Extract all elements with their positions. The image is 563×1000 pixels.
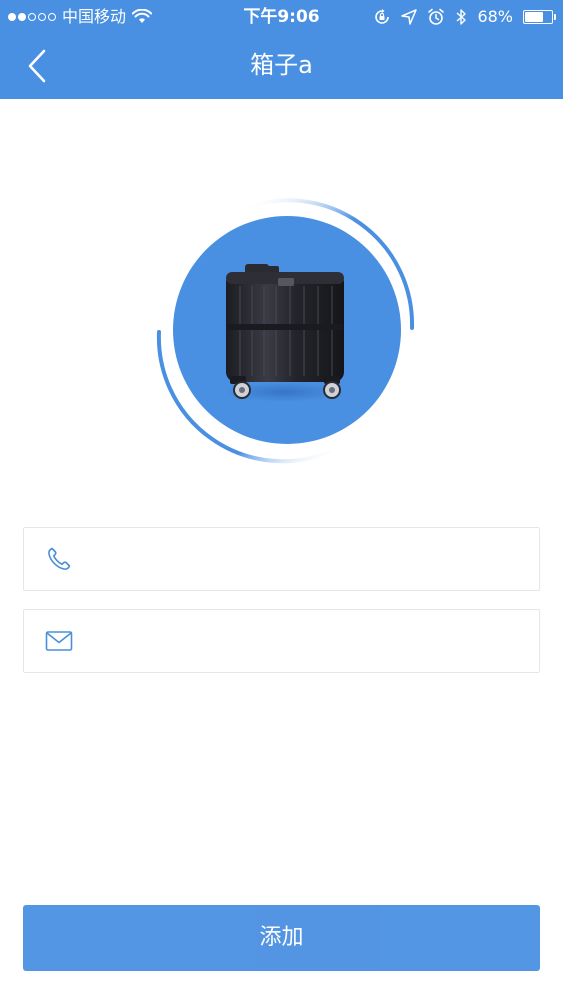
location-icon xyxy=(401,9,418,25)
top-bar: 中国移动 下午9:06 68% 箱子a xyxy=(0,0,563,99)
screen: 中国移动 下午9:06 68% 箱子a 添加 xyxy=(0,0,563,1000)
email-input[interactable] xyxy=(94,610,539,672)
orientation-lock-icon xyxy=(373,8,391,26)
email-field[interactable] xyxy=(23,609,540,673)
phone-input[interactable] xyxy=(94,528,539,590)
mail-icon xyxy=(24,630,94,652)
phone-icon xyxy=(24,545,94,573)
suitcase-image xyxy=(156,198,415,464)
page-title: 箱子a xyxy=(250,51,313,79)
battery-percent: 68% xyxy=(477,7,513,26)
suitcase-illustration xyxy=(150,196,420,466)
battery-fill xyxy=(525,12,543,22)
add-button[interactable]: 添加 xyxy=(23,905,540,971)
status-bar: 中国移动 下午9:06 68% xyxy=(0,0,563,34)
alarm-icon xyxy=(427,8,445,26)
battery-icon xyxy=(523,10,556,24)
bluetooth-icon xyxy=(455,8,467,26)
status-right: 68% xyxy=(373,0,556,34)
nav-bar: 箱子a xyxy=(0,34,563,99)
phone-field[interactable] xyxy=(23,527,540,591)
